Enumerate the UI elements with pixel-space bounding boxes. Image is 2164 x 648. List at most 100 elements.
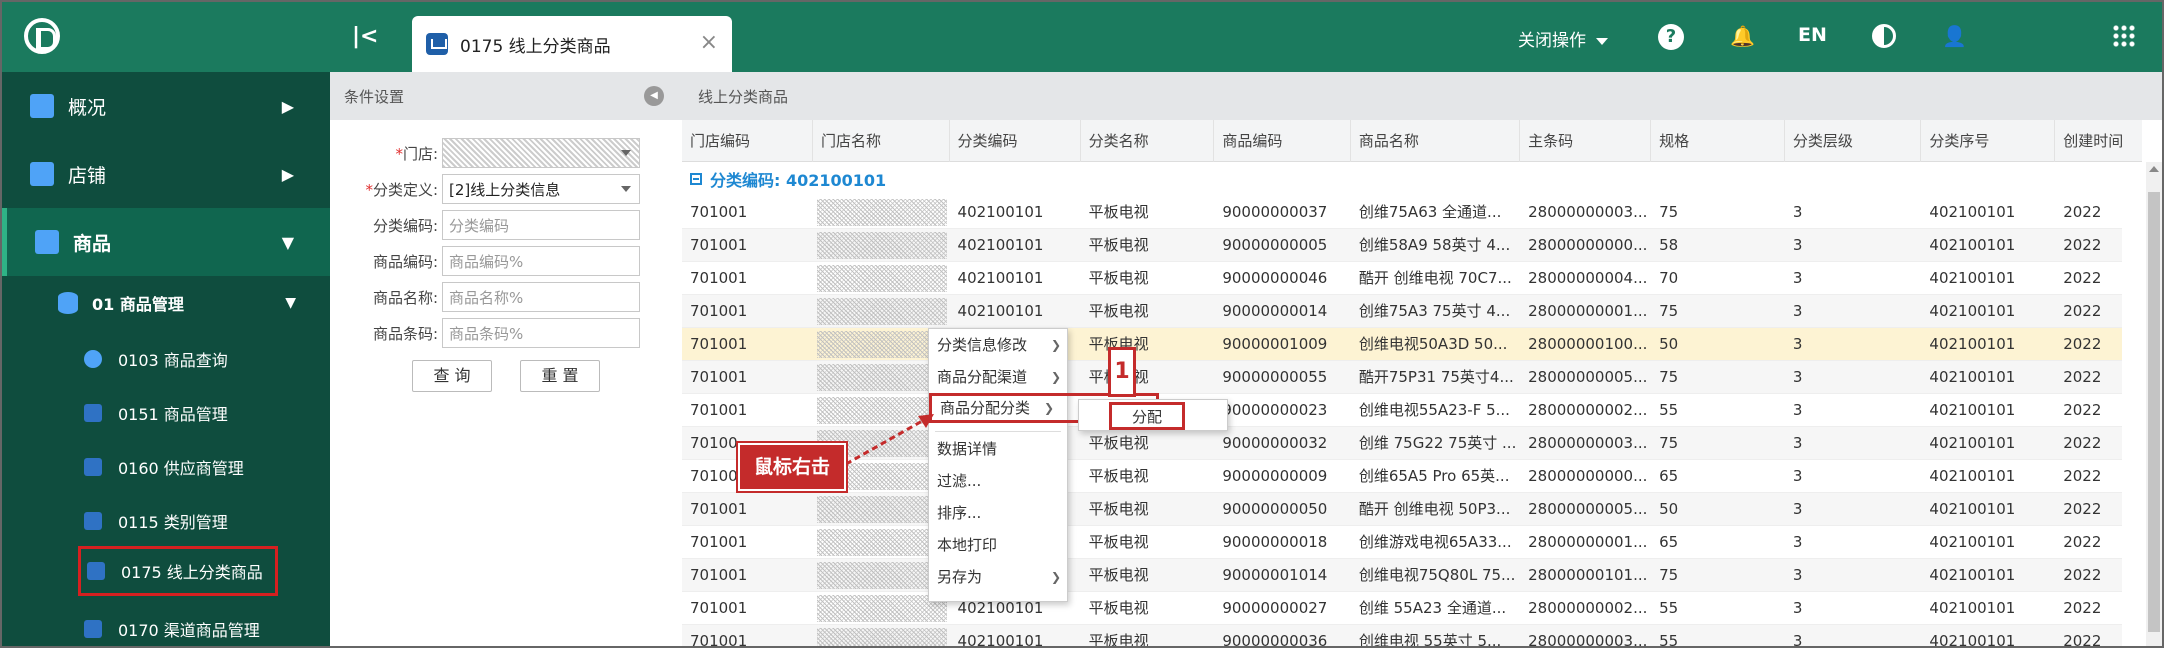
table-row[interactable]: 701001 402100101 平板电视 90000000027 创维 55A23 全… bbox=[682, 592, 2122, 625]
help-icon[interactable]: ? bbox=[1658, 24, 1684, 50]
table-row[interactable]: 701001 402100101 平板电视 90000000014 创维75A3 75英… bbox=[682, 295, 2122, 328]
column-header[interactable]: 分类序号 bbox=[1921, 120, 2056, 162]
column-header[interactable]: 门店名称 bbox=[813, 120, 950, 162]
sidebar-leaf-label: 0170 渠道商品管理 bbox=[118, 621, 260, 640]
ctx-item-edit-category[interactable]: 分类信息修改 ❯ bbox=[929, 331, 1069, 359]
store-icon bbox=[30, 162, 54, 186]
annotation-step-badge: 1 bbox=[1108, 347, 1136, 397]
category-code-input[interactable]: 分类编码 bbox=[442, 210, 640, 240]
chevron-right-icon: ❯ bbox=[1050, 570, 1061, 584]
sidebar-leaf-label: 0151 商品管理 bbox=[118, 405, 228, 424]
theme-contrast-icon[interactable] bbox=[1872, 24, 1896, 48]
sidebar-item-0160[interactable]: 0160 供应商管理 bbox=[2, 440, 330, 494]
ctx-item-sort[interactable]: 排序... bbox=[929, 499, 1069, 527]
table-cell: 平板电视 bbox=[1088, 533, 1149, 551]
grid-vertical-scrollbar[interactable] bbox=[2146, 162, 2162, 646]
ctx-item-local-print[interactable]: 本地打印 bbox=[929, 531, 1069, 559]
scrollbar-thumb[interactable] bbox=[2148, 192, 2160, 632]
table-cell: 3 bbox=[1792, 434, 1803, 452]
tab-close-icon[interactable]: × bbox=[700, 30, 718, 55]
collapse-group-icon[interactable] bbox=[690, 173, 702, 185]
apps-grid-icon[interactable] bbox=[2112, 24, 2136, 48]
table-cell: 3 bbox=[1792, 368, 1803, 386]
table-cell: 3 bbox=[1792, 599, 1803, 617]
collapse-panel-icon[interactable]: ◀ bbox=[644, 86, 664, 106]
query-button[interactable]: 查 询 bbox=[412, 360, 492, 392]
column-header[interactable]: 创建时间 bbox=[2055, 120, 2162, 162]
app-logo-icon[interactable] bbox=[24, 18, 60, 54]
group-row[interactable]: 分类编码: 402100101 bbox=[682, 162, 2122, 196]
column-header[interactable]: 规格 bbox=[1651, 120, 1785, 162]
bell-icon[interactable]: 🔔 bbox=[1730, 24, 1755, 48]
sidebar-item-product[interactable]: 商品 ▼ bbox=[2, 208, 330, 276]
store-select[interactable] bbox=[442, 138, 640, 168]
sidebar-item-0175[interactable]: 0175 线上分类商品 bbox=[78, 546, 278, 596]
form-row-category-def: *分类定义: [2]线上分类信息 bbox=[330, 174, 682, 204]
scroll-up-icon[interactable] bbox=[2149, 166, 2159, 172]
context-menu: 分类信息修改 ❯ 商品分配渠道 ❯ 商品分配分类 ❯ 数据详情 过滤... 排序...… bbox=[928, 328, 1159, 602]
form-row-product-name: 商品名称: 商品名称% bbox=[330, 282, 682, 312]
tab-0175[interactable]: 0175 线上分类商品 × bbox=[412, 16, 732, 72]
sidebar-item-overview[interactable]: 概况 ▶ bbox=[2, 72, 330, 140]
table-cell: 90000000023 bbox=[1222, 401, 1328, 419]
sidebar-leaf-label: 0160 供应商管理 bbox=[118, 459, 244, 478]
top-bar: |< 0175 线上分类商品 × 关闭操作 ? 🔔 EN 👤 bbox=[2, 2, 2162, 72]
table-cell: 平板电视 bbox=[1088, 302, 1149, 320]
reset-button[interactable]: 重 置 bbox=[520, 360, 600, 392]
cart-icon bbox=[87, 562, 105, 580]
category-def-select[interactable]: [2]线上分类信息 bbox=[442, 174, 640, 204]
table-cell: 平板电视 bbox=[1081, 361, 1215, 394]
table-cell: 402100101 bbox=[957, 632, 1044, 648]
sidebar-item-0115[interactable]: 0115 类别管理 bbox=[2, 494, 330, 548]
column-header[interactable]: 主条码 bbox=[1520, 120, 1652, 162]
sidebar-item-0151[interactable]: 0151 商品管理 bbox=[2, 386, 330, 440]
sidebar-item-0103[interactable]: 0103 商品查询 bbox=[2, 332, 330, 386]
table-cell: 701001 bbox=[690, 302, 748, 320]
table-row[interactable]: 701001 平板电视 90000001014 创维电视75Q80L 75... 280… bbox=[682, 559, 2122, 592]
column-header[interactable]: 商品编码 bbox=[1214, 120, 1351, 162]
sidebar-subgroup-product-management[interactable]: 01 商品管理 ▼ bbox=[2, 276, 330, 330]
submenu-item-assign[interactable]: 分配 bbox=[1109, 402, 1185, 430]
table-row[interactable]: 701001 平板电视 90000000050 酷开 创维电视 50P3... 2800… bbox=[682, 493, 2122, 526]
product-code-label: 商品编码: bbox=[372, 252, 438, 271]
column-header[interactable]: 分类层级 bbox=[1785, 120, 1922, 162]
cubes-icon bbox=[35, 230, 59, 254]
table-row[interactable]: 701001 平板电视 90000000018 创维游戏电视65A33... 28000… bbox=[682, 526, 2122, 559]
column-header[interactable]: 分类名称 bbox=[1081, 120, 1215, 162]
table-row[interactable]: 701001 402100101 平板电视 90000000036 创维电视 55英寸 … bbox=[682, 625, 2122, 648]
table-cell: 28000000003... bbox=[1528, 434, 1648, 452]
table-cell: 701001 bbox=[690, 335, 748, 353]
column-header[interactable]: 商品名称 bbox=[1351, 120, 1521, 162]
ctx-item-assign-channel[interactable]: 商品分配渠道 ❯ bbox=[929, 363, 1069, 391]
table-cell: 平板电视 bbox=[1088, 566, 1149, 584]
table-row[interactable]: 701001 平板电视 90000001009 创维电视50A3D 50... 2800… bbox=[682, 328, 2122, 361]
table-row[interactable]: 701001 402100101 平板电视 90000000037 创维75A63 全通… bbox=[682, 196, 2122, 229]
product-code-input[interactable]: 商品编码% bbox=[442, 246, 640, 276]
table-cell: 创维58A9 58英寸 4... bbox=[1358, 236, 1511, 254]
language-button[interactable]: EN bbox=[1798, 24, 1827, 46]
product-name-input[interactable]: 商品名称% bbox=[442, 282, 640, 312]
table-cell: 90000000036 bbox=[1222, 632, 1328, 648]
form-row-category-code: 分类编码: 分类编码 bbox=[330, 210, 682, 240]
user-icon[interactable]: 👤 bbox=[1942, 24, 1967, 48]
table-row[interactable]: 701001 402100101 平板电视 90000000046 酷开 创维电视 70… bbox=[682, 262, 2122, 295]
sidebar-item-label: 概况 bbox=[68, 96, 107, 119]
table-cell: 58 bbox=[1659, 236, 1679, 254]
ctx-item-filter[interactable]: 过滤... bbox=[929, 467, 1069, 495]
table-cell: 创维电视 55英寸 5... bbox=[1358, 632, 1502, 648]
column-header[interactable]: 门店编码 bbox=[682, 120, 814, 162]
close-operations-dropdown[interactable]: 关闭操作 bbox=[1518, 26, 1608, 51]
dropdown-icon bbox=[621, 150, 631, 156]
table-cell: 75 bbox=[1659, 203, 1679, 221]
ctx-item-data-detail[interactable]: 数据详情 bbox=[929, 435, 1069, 463]
collapse-sidebar-icon[interactable]: |< bbox=[352, 24, 378, 49]
table-cell: 28000000100... bbox=[1528, 335, 1648, 353]
sidebar-item-0170[interactable]: 0170 渠道商品管理 bbox=[2, 602, 330, 646]
cart-icon bbox=[84, 512, 102, 530]
table-row[interactable]: 701001 402100101 平板电视 90000000005 创维58A9 58英… bbox=[682, 229, 2122, 262]
table-row[interactable]: 701001 平板电视 90000000055 酷开75P31 75英寸4... 280… bbox=[682, 361, 2122, 394]
sidebar-item-store[interactable]: 店铺 ▶ bbox=[2, 140, 330, 208]
column-header[interactable]: 分类编码 bbox=[950, 120, 1081, 162]
barcode-input[interactable]: 商品条码% bbox=[442, 318, 640, 348]
ctx-item-save-as[interactable]: 另存为 ❯ bbox=[929, 563, 1069, 591]
